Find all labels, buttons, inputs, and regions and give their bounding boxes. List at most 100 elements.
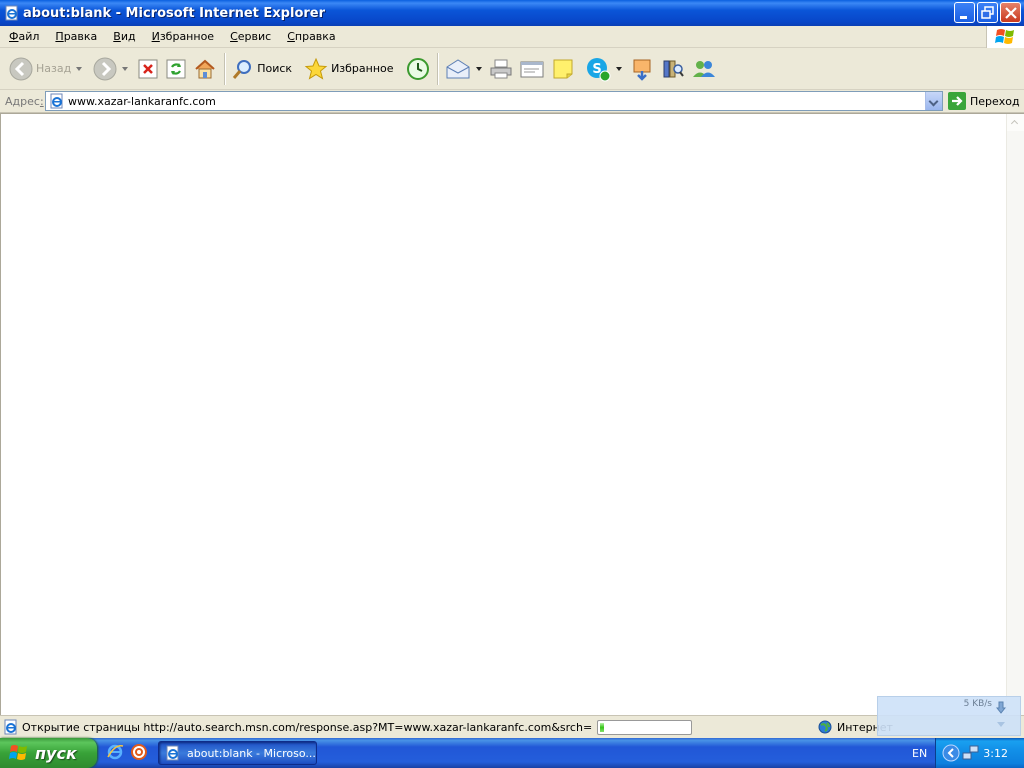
go-label: Переход — [970, 94, 1020, 108]
toolbar-separator — [224, 52, 226, 85]
stop-button[interactable] — [134, 52, 162, 86]
favorites-button[interactable]: Избранное — [301, 52, 396, 86]
ie-page-icon — [5, 5, 18, 21]
address-input[interactable] — [68, 94, 918, 108]
research-button[interactable] — [658, 52, 688, 86]
progress-fill — [600, 723, 604, 732]
windows-flag-icon — [9, 745, 27, 760]
window-title: about:blank - Microsoft Internet Explore… — [23, 5, 326, 21]
mail-button[interactable] — [442, 52, 474, 86]
refresh-button[interactable] — [162, 52, 190, 86]
edit-button[interactable] — [516, 52, 548, 86]
print-button[interactable] — [486, 52, 516, 86]
system-tray: 3:12 — [935, 738, 1024, 768]
skype-dropdown[interactable] — [614, 52, 624, 86]
restore-icon — [981, 6, 994, 19]
go-button[interactable]: Переход — [948, 92, 1020, 110]
toolbar-separator — [436, 52, 438, 85]
history-button[interactable] — [403, 52, 433, 86]
page-content[interactable] — [0, 113, 1024, 715]
printer-icon — [490, 59, 512, 78]
address-label-accel: : — [39, 94, 44, 108]
mail-agent-icon[interactable] — [130, 743, 148, 761]
home-icon — [195, 59, 215, 78]
menu-file[interactable]: Файл — [0, 30, 46, 43]
ie-page-icon — [4, 719, 17, 735]
messenger-button[interactable] — [628, 52, 658, 86]
scroll-up-button[interactable] — [1007, 114, 1024, 131]
close-button[interactable] — [1000, 2, 1021, 23]
star-icon — [304, 57, 328, 80]
tray-expand-icon[interactable] — [942, 744, 960, 762]
clock: 3:12 — [983, 747, 1008, 760]
taskbar-window-ie[interactable]: about:blank - Microso... — [158, 741, 317, 765]
menu-favorites[interactable]: Избранное — [143, 30, 221, 43]
note-icon — [553, 59, 573, 78]
close-icon — [1005, 7, 1017, 19]
people-button[interactable] — [688, 52, 720, 86]
menu-view[interactable]: Вид — [104, 30, 142, 43]
menu-favorites-accel: И — [151, 30, 160, 43]
quick-launch — [106, 743, 148, 761]
back-label: Назад — [36, 62, 72, 75]
ie-page-icon — [50, 93, 63, 109]
network-rate: 5 KB/s — [963, 699, 992, 709]
discuss-button[interactable] — [548, 52, 578, 86]
minimize-button[interactable] — [954, 2, 975, 23]
home-button[interactable] — [190, 52, 220, 86]
back-button[interactable]: Назад — [6, 52, 74, 86]
books-icon — [663, 60, 684, 77]
menu-edit-label: равка — [63, 30, 98, 43]
skype-icon: S — [586, 57, 611, 81]
network-speed-widget[interactable]: 5 KB/s — [877, 696, 1021, 736]
address-dropdown-button[interactable] — [925, 92, 942, 110]
mail-dropdown[interactable] — [474, 52, 484, 86]
forward-button[interactable] — [90, 52, 120, 86]
skype-button[interactable]: S — [582, 52, 614, 86]
menu-help[interactable]: Справка — [278, 30, 342, 43]
back-arrow-icon — [9, 57, 33, 80]
title-bar[interactable]: about:blank - Microsoft Internet Explore… — [0, 0, 1024, 26]
research-icon — [633, 59, 651, 81]
menu-edit-accel: П — [55, 30, 64, 43]
ie-page-icon — [166, 745, 179, 761]
back-history-dropdown[interactable] — [74, 52, 84, 86]
address-combobox[interactable] — [45, 91, 943, 111]
status-bar: Открытие страницы http://auto.search.msn… — [0, 715, 1024, 738]
standard-toolbar: Назад Поиск Избранное S — [0, 48, 1024, 90]
search-button[interactable]: Поиск — [229, 52, 295, 86]
upload-arrow-icon — [997, 722, 1005, 727]
status-text: Открытие страницы http://auto.search.msn… — [22, 721, 592, 734]
stop-icon — [138, 59, 158, 78]
start-button[interactable]: пуск — [0, 738, 97, 768]
favorites-label: Избранное — [331, 62, 394, 75]
menu-tools-accel: С — [230, 30, 238, 43]
network-icon[interactable] — [962, 744, 980, 762]
menu-edit[interactable]: Правка — [46, 30, 104, 43]
address-label-text: Адрес — [5, 94, 40, 108]
address-bar: Адрес: Переход — [0, 90, 1024, 113]
search-icon — [233, 59, 252, 79]
vertical-scrollbar[interactable] — [1006, 114, 1024, 715]
globe-icon — [818, 720, 832, 734]
windows-logo — [986, 26, 1024, 48]
windows-flag-icon — [995, 29, 1014, 44]
edit-page-icon — [520, 61, 544, 77]
history-clock-icon — [406, 57, 429, 80]
refresh-icon — [166, 59, 186, 78]
restore-button[interactable] — [977, 2, 998, 23]
start-label: пуск — [35, 743, 77, 763]
language-indicator[interactable]: EN — [912, 747, 927, 760]
go-arrow-icon — [948, 92, 966, 110]
ie-quicklaunch-icon[interactable] — [106, 743, 124, 761]
progress-bar — [597, 720, 692, 735]
menu-tools[interactable]: Сервис — [221, 30, 278, 43]
menu-help-label: правка — [294, 30, 336, 43]
search-label: Поиск — [257, 62, 293, 75]
download-arrow-icon — [996, 701, 1006, 714]
menu-file-label: айл — [18, 30, 40, 43]
forward-history-dropdown[interactable] — [120, 52, 130, 86]
minimize-icon — [960, 16, 967, 19]
menu-view-accel: В — [113, 30, 121, 43]
menu-tools-label: ервис — [237, 30, 272, 43]
